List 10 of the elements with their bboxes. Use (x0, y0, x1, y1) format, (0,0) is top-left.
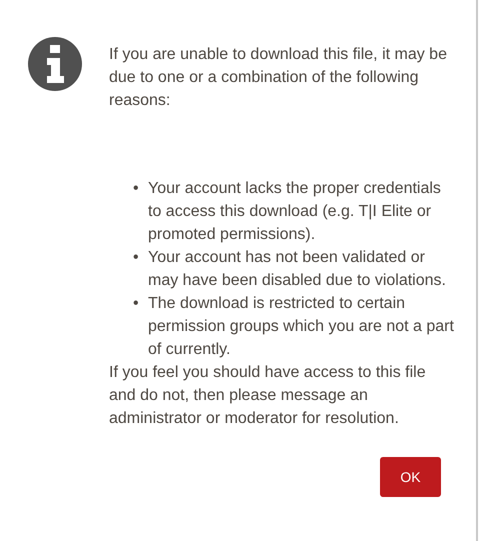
closing-text: If you feel you should have access to this file and do not, then please message an administrator or moderator for resolution. (109, 363, 427, 429)
reason-text: The download is restricted to certain permission groups which you are not a part of currently. (148, 294, 454, 360)
bullet: • (133, 248, 140, 268)
reason-text: Your account has not been validated or may have been disabled due to violations. (148, 248, 447, 291)
info-icon (28, 37, 82, 91)
reason-text: Your account lacks the proper credentials to access this download (e.g. T|I Elite or promoted permissions). (148, 179, 442, 245)
bullet: • (133, 179, 140, 199)
intro-text: If you are unable to download this file, it may be due to one or a combination of the following reasons: (109, 45, 448, 111)
bullet: • (133, 294, 140, 314)
ok-button[interactable]: OK (380, 457, 441, 497)
